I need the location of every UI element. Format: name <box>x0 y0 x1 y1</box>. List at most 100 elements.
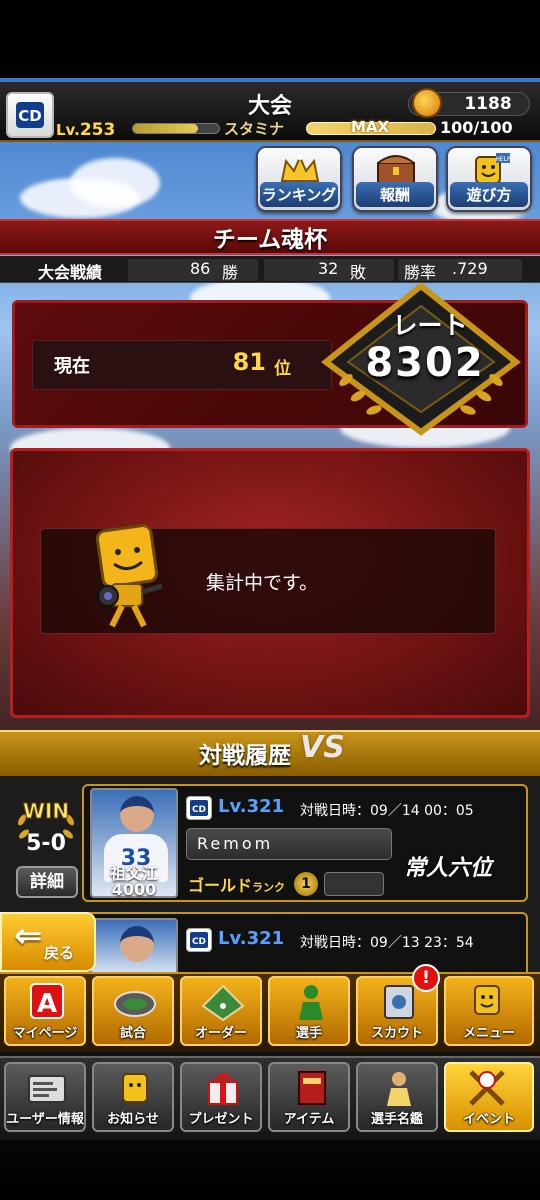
scout-notification-badge: ! <box>412 964 440 992</box>
page-title: 大会 <box>247 94 292 119</box>
ranking-button[interactable]: ランキング <box>256 146 342 212</box>
nav-menu-button[interactable]: メニュー <box>444 976 534 1046</box>
nav-scout-label: スカウト <box>370 1026 423 1041</box>
nav-user-info-button[interactable]: ユーザー情報 <box>4 1062 86 1132</box>
svg-text:HELP: HELP <box>495 156 511 163</box>
opponent-title-text: 常人六位 <box>404 856 493 881</box>
nav-order-button[interactable]: オーダー <box>180 976 262 1046</box>
win-laurel-badge-icon: WIN 5-0 <box>18 799 74 856</box>
match-date-label: 対戦日時： <box>300 935 370 951</box>
opponent-username: Remom <box>186 828 392 860</box>
nav-event-label: イベント <box>462 1112 515 1127</box>
news-mascot-icon <box>112 1068 158 1108</box>
scout-icon <box>376 982 422 1022</box>
svg-text:CD: CD <box>192 937 206 947</box>
nav-match-button[interactable]: 試合 <box>92 976 174 1046</box>
match-date-label: 対戦日時： <box>300 803 370 819</box>
reward-label: 報酬 <box>356 182 434 207</box>
rank-name: ゴールド <box>188 876 253 895</box>
record-label: 大会戦績 <box>38 263 103 282</box>
nav-user-info-label: ユーザー情報 <box>6 1112 84 1127</box>
how-to-play-button[interactable]: HELP 遊び方 <box>446 146 532 212</box>
player-icon <box>288 982 334 1022</box>
nav-mypage-button[interactable]: A マイページ <box>4 976 86 1046</box>
svg-text:CD: CD <box>18 107 41 125</box>
opponent-level: Lv.321 <box>218 928 285 949</box>
wins-value: 86 <box>190 259 211 278</box>
level-display: Lv.253 <box>56 120 115 140</box>
svg-text:A: A <box>37 989 57 1019</box>
nav-player-label: 選手 <box>295 1026 322 1041</box>
losses-value: 32 <box>318 259 339 278</box>
status-bar <box>0 0 540 78</box>
current-rank-label: 現在 <box>54 356 90 377</box>
level-progress-fill <box>133 124 198 133</box>
player-score: 4000 <box>111 880 157 899</box>
level-progress-bar <box>132 123 220 134</box>
nav-match-label: 試合 <box>119 1026 146 1041</box>
nav-item-label: アイテム <box>283 1112 335 1127</box>
detail-button[interactable]: 詳細 <box>16 866 78 898</box>
rank-number-badge: 1 <box>294 872 318 896</box>
level-label: Lv. <box>56 121 80 139</box>
stadium-icon <box>112 982 158 1022</box>
rate-value: 8302 <box>365 340 485 386</box>
nav-player-book-label: 選手名鑑 <box>370 1112 423 1127</box>
event-baseball-icon <box>464 1068 510 1108</box>
match-date-value: 09／13 23：54 <box>370 935 474 951</box>
nav-news-label: お知らせ <box>107 1112 159 1127</box>
nav-present-label: プレゼント <box>188 1112 254 1127</box>
opponent-level: Lv.321 <box>218 796 285 817</box>
coin-value: 1188 <box>464 94 512 114</box>
ranking-label: ランキング <box>260 182 338 207</box>
svg-text:CD: CD <box>192 805 206 815</box>
mascot-icon <box>95 524 163 628</box>
match-date: 対戦日時：09／13 23：54 <box>300 932 474 952</box>
stamina-label: スタミナ <box>224 120 285 138</box>
opponent-rank: ゴールドランク <box>188 872 285 896</box>
gift-icon <box>200 1068 246 1108</box>
win-score: 5-0 <box>26 831 66 856</box>
reward-button[interactable]: 報酬 <box>352 146 438 212</box>
nav-order-label: オーダー <box>194 1026 247 1041</box>
vs-emblem: VS <box>300 730 345 765</box>
player-book-icon <box>376 1068 422 1108</box>
rank-sub: ランク <box>252 881 286 894</box>
nav-present-button[interactable]: プレゼント <box>180 1062 262 1132</box>
rate-label: レート <box>392 311 468 340</box>
mypage-a-icon: A <box>24 982 70 1022</box>
nav-menu-label: メニュー <box>462 1026 515 1041</box>
nav-news-button[interactable]: お知らせ <box>92 1062 174 1132</box>
nav-player-book-button[interactable]: 選手名鑑 <box>356 1062 438 1132</box>
match-date-value: 09／14 00：05 <box>370 803 474 819</box>
battle-history-title: 対戦履歴 <box>199 743 291 769</box>
back-label: 戻る <box>44 944 75 962</box>
wins-unit: 勝 <box>222 263 239 282</box>
stamina-value: 100/100 <box>440 118 513 137</box>
win-label: WIN <box>23 799 69 823</box>
energy-coin-icon <box>412 88 442 118</box>
opponent-team-logo-icon: CD <box>186 928 212 952</box>
nav-player-button[interactable]: 選手 <box>268 976 350 1046</box>
item-book-icon <box>288 1068 334 1108</box>
mascot-menu-icon <box>464 982 510 1022</box>
emote-icon <box>324 872 384 896</box>
match-date: 対戦日時：09／14 00：05 <box>300 800 474 820</box>
back-arrow-icon: ⇐ <box>14 916 43 956</box>
field-order-icon <box>200 982 246 1022</box>
message-text: 集計中です。 <box>206 572 319 594</box>
level-value: 253 <box>79 120 116 140</box>
nav-item-button[interactable]: アイテム <box>268 1062 350 1132</box>
nav-event-button[interactable]: イベント <box>444 1062 534 1132</box>
player-card-image[interactable] <box>90 918 178 978</box>
team-logo-icon[interactable]: CD <box>6 92 54 138</box>
nav-mypage-label: マイページ <box>12 1026 78 1041</box>
current-rank-value: 81 <box>232 348 266 376</box>
user-card-icon <box>24 1068 70 1108</box>
tournament-name: チーム魂杯 <box>212 227 328 253</box>
current-rank-unit: 位 <box>274 359 291 379</box>
stamina-max-label: MAX <box>350 118 390 136</box>
win-rate-value: .729 <box>452 259 488 278</box>
opponent-team-logo-icon: CD <box>186 796 212 820</box>
how-to-play-label: 遊び方 <box>450 182 528 207</box>
